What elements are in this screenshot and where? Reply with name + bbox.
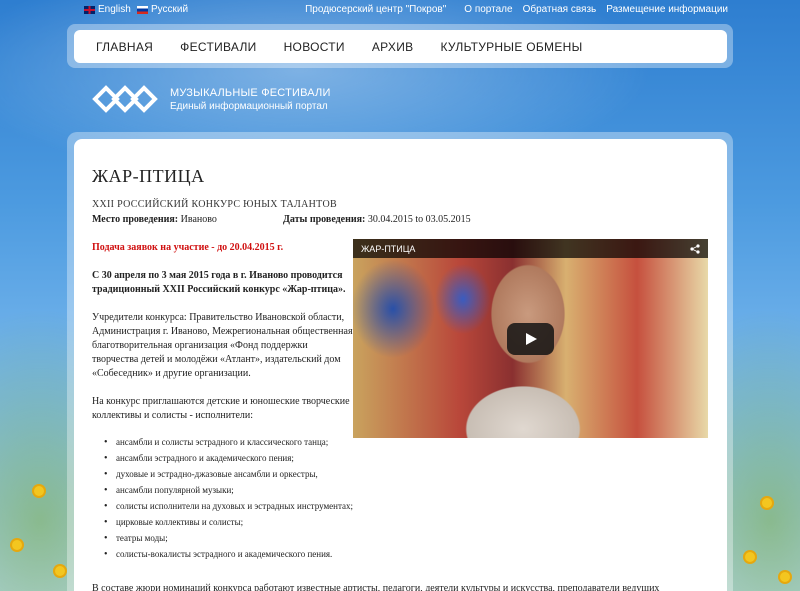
jury-paragraph: В составе жюри номинаций конкурса работа… xyxy=(92,583,660,591)
nav-item-archive[interactable]: АРХИВ xyxy=(372,40,414,54)
video-title-bar: ЖАР-ПТИЦА xyxy=(353,239,708,258)
list-item: духовые и эстрадно-джазовые ансамбли и о… xyxy=(104,469,354,480)
language-russian-link[interactable]: Русский xyxy=(137,4,188,15)
site-logo[interactable]: МУЗЫКАЛЬНЫЕ ФЕСТИВАЛИ Единый информацион… xyxy=(92,82,331,116)
video-title[interactable]: ЖАР-ПТИЦА xyxy=(361,244,690,254)
founders-paragraph: Учредители конкурса: Правительство Ивано… xyxy=(92,312,353,379)
language-russian-label: Русский xyxy=(151,4,189,15)
top-bar: English Русский Продюсерский центр "Покр… xyxy=(84,4,728,18)
invite-paragraph: На конкурс приглашаются детские и юношес… xyxy=(92,396,350,421)
main-nav: ГЛАВНАЯ ФЕСТИВАЛИ НОВОСТИ АРХИВ КУЛЬТУРН… xyxy=(74,30,727,63)
dates-value: 30.04.2015 to 03.05.2015 xyxy=(367,214,471,225)
deadline-notice: Подача заявок на участие - до 20.04.2015… xyxy=(92,242,284,253)
list-item: ансамбли и солисты эстрадного и классиче… xyxy=(104,437,354,448)
top-links: Продюсерский центр "Покров" О портале Об… xyxy=(305,4,728,15)
categories-list: ансамбли и солисты эстрадного и классиче… xyxy=(104,437,354,560)
uk-flag-icon xyxy=(84,5,95,14)
event-description: Подача заявок на участие - до 20.04.2015… xyxy=(92,241,354,565)
logo-icon xyxy=(92,85,158,113)
language-english-link[interactable]: English xyxy=(84,4,131,15)
flower-decoration xyxy=(762,498,772,508)
list-item: цирковые коллективы и солисты; xyxy=(104,517,354,528)
page-title: ЖАР-ПТИЦА xyxy=(92,166,205,186)
nav-item-news[interactable]: НОВОСТИ xyxy=(284,40,345,54)
nav-item-cultural-exchanges[interactable]: КУЛЬТУРНЫЕ ОБМЕНЫ xyxy=(440,40,582,54)
top-link-placement[interactable]: Размещение информации xyxy=(606,4,728,15)
flower-decoration xyxy=(780,572,790,582)
nav-item-home[interactable]: ГЛАВНАЯ xyxy=(96,40,153,54)
event-meta: Место проведения: Иваново Даты проведени… xyxy=(92,214,692,225)
video-player[interactable]: ЖАР-ПТИЦА xyxy=(353,239,708,438)
intro-paragraph: С 30 апреля по 3 мая 2015 года в г. Иван… xyxy=(92,270,346,295)
flower-decoration xyxy=(745,552,755,562)
top-link-feedback[interactable]: Обратная связь xyxy=(523,4,597,15)
list-item: ансамбли популярной музыки; xyxy=(104,485,354,496)
flower-decoration xyxy=(34,486,44,496)
list-item: солисты исполнители на духовых и эстрадн… xyxy=(104,501,354,512)
logo-title: МУЗЫКАЛЬНЫЕ ФЕСТИВАЛИ xyxy=(170,86,331,99)
list-item: театры моды; xyxy=(104,533,354,544)
top-link-about[interactable]: О портале xyxy=(464,4,512,15)
place-value: Иваново xyxy=(180,214,217,225)
flower-decoration xyxy=(12,540,22,550)
flower-decoration xyxy=(55,566,65,576)
share-icon[interactable] xyxy=(690,243,700,254)
nav-item-festivals[interactable]: ФЕСТИВАЛИ xyxy=(180,40,256,54)
top-link-producer-center[interactable]: Продюсерский центр "Покров" xyxy=(305,4,446,15)
main-content: ЖАР-ПТИЦА XXII РОССИЙСКИЙ КОНКУРС ЮНЫХ Т… xyxy=(74,139,727,591)
list-item: солисты-вокалисты эстрадного и академиче… xyxy=(104,549,354,560)
dates: Даты проведения: 30.04.2015 to 03.05.201… xyxy=(283,214,471,225)
russia-flag-icon xyxy=(137,5,148,14)
logo-subtitle: Единый информационный портал xyxy=(170,100,328,112)
dates-label: Даты проведения: xyxy=(283,214,366,225)
language-english-label: English xyxy=(98,4,131,15)
place-label: Место проведения: xyxy=(92,214,179,225)
play-button[interactable] xyxy=(507,323,554,355)
event-subtitle: XXII РОССИЙСКИЙ КОНКУРС ЮНЫХ ТАЛАНТОВ xyxy=(92,199,337,210)
list-item: ансамбли эстрадного и академического пен… xyxy=(104,453,354,464)
logo-text: МУЗЫКАЛЬНЫЕ ФЕСТИВАЛИ Единый информацион… xyxy=(170,87,331,112)
